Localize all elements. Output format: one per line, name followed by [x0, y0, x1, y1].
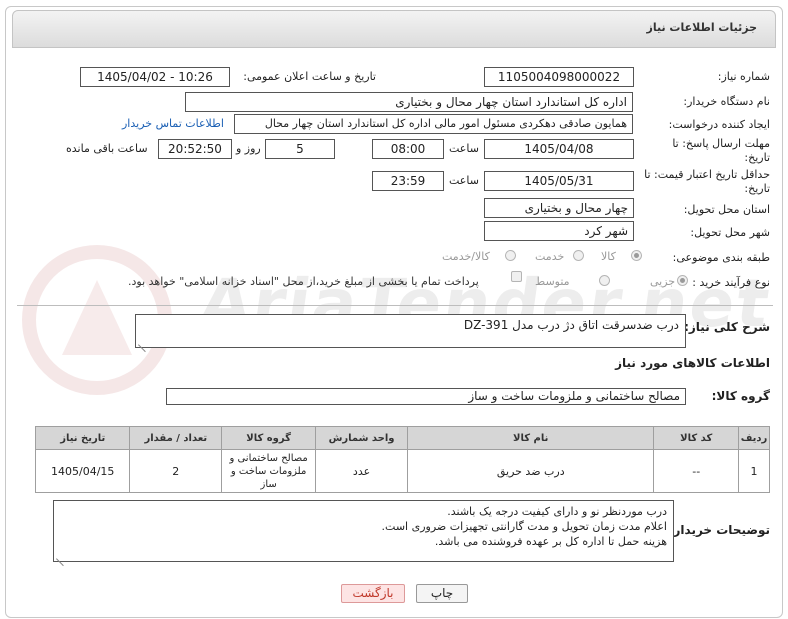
column-header: واحد شمارش	[315, 426, 409, 450]
goods-table-header: ردیف کد کالا نام کالا واحد شمارش گروه کا…	[34, 426, 770, 450]
back-button[interactable]: بازگشت	[341, 584, 405, 603]
contact-buyer-link[interactable]: اطلاعات تماس خریدار	[122, 117, 224, 130]
cell-need-date: 1405/04/15	[34, 449, 131, 493]
column-header: ردیف	[738, 426, 770, 450]
category-label: طبقه بندی موضوعی:	[672, 251, 770, 264]
need-number-field: 1105004098000022	[484, 67, 634, 87]
reply-date-field: 1405/04/08	[484, 139, 634, 159]
column-header: تعداد / مقدار	[129, 426, 223, 450]
notes-line: اعلام مدت زمان تحویل و مدت گارانتی تجهیز…	[381, 520, 667, 533]
announce-field: 1405/04/02 - 10:26	[80, 67, 230, 87]
goods-section-title: اطلاعات کالاهای مورد نیاز	[615, 356, 770, 370]
buyer-field: اداره کل استاندارد استان چهار محال و بخت…	[185, 92, 633, 112]
column-header: گروه کالا	[221, 426, 317, 450]
panel-title: جزئیات اطلاعات نیاز	[646, 21, 758, 34]
column-header: تاریخ نیاز	[34, 426, 131, 450]
resize-grip-icon[interactable]	[56, 551, 64, 559]
city-field: شهر کرد	[484, 221, 634, 241]
goods-group-label: گروه کالا:	[711, 389, 770, 403]
process-label: نوع فرآیند خرید :	[692, 276, 770, 289]
remaining-label: ساعت باقی مانده	[66, 142, 148, 155]
goods-table: ردیف کد کالا نام کالا واحد شمارش گروه کا…	[34, 426, 770, 493]
cell-quantity: 2	[129, 449, 223, 493]
announce-label: تاریخ و ساعت اعلان عمومی:	[243, 70, 376, 83]
reply-deadline-label: مهلت ارسال پاسخ: تا تاریخ:	[672, 137, 770, 164]
city-label: شهر محل تحویل:	[690, 226, 770, 239]
validity-time-label: ساعت	[449, 174, 479, 187]
buyer-label: نام دستگاه خریدار:	[683, 95, 770, 108]
category-option-service: خدمت	[535, 250, 565, 263]
cell-goods-group: مصالح ساختمانی و ملزومات ساخت و ساز	[221, 449, 317, 493]
divider	[17, 305, 773, 306]
resize-grip-icon[interactable]	[138, 337, 146, 345]
province-field: چهار محال و بختیاری	[484, 198, 634, 218]
process-radio-medium[interactable]	[599, 275, 610, 286]
category-radio-goods[interactable]	[631, 250, 642, 261]
province-label: استان محل تحویل:	[683, 203, 770, 216]
process-option-medium: متوسط	[535, 275, 570, 288]
description-field[interactable]: درب ضدسرقت اتاق دژ درب مدل DZ-391	[135, 314, 686, 348]
need-number-label: شماره نیاز:	[717, 70, 770, 83]
column-header: نام کالا	[407, 426, 655, 450]
validity-label: حداقل تاریخ اعتبار قیمت: تا تاریخ:	[644, 168, 770, 195]
print-button[interactable]: چاپ	[416, 584, 468, 603]
validity-time-field: 23:59	[372, 171, 444, 191]
notes-line: هزینه حمل تا اداره کل بر عهده فروشنده می…	[434, 535, 667, 548]
description-text: درب ضدسرقت اتاق دژ درب مدل DZ-391	[463, 318, 679, 332]
category-radio-service[interactable]	[573, 250, 584, 261]
validity-date-field: 1405/05/31	[484, 171, 634, 191]
days-label: روز و	[236, 142, 261, 155]
remaining-time-field: 20:52:50	[158, 139, 232, 159]
goods-group-field: مصالح ساختمانی و ملزومات ساخت و ساز	[166, 388, 686, 405]
reply-time-field: 08:00	[372, 139, 444, 159]
buyer-notes-field[interactable]: درب موردنظر نو و دارای کیفیت درجه یک باش…	[53, 500, 674, 562]
buyer-notes-label: توضیحات خریدار:	[668, 523, 770, 537]
description-label: شرح کلی نیاز:	[684, 320, 770, 334]
reply-time-label: ساعت	[449, 142, 479, 155]
table-row: 1 -- درب ضد حریق عدد مصالح ساختمانی و مل…	[34, 449, 770, 493]
cell-unit: عدد	[315, 449, 409, 493]
column-header: کد کالا	[653, 426, 740, 450]
notes-line: درب موردنظر نو و دارای کیفیت درجه یک باش…	[447, 505, 667, 518]
category-option-goods: کالا	[601, 250, 616, 263]
treasury-payment-text: پرداخت تمام یا بخشی از مبلغ خرید،از محل …	[128, 275, 479, 288]
cell-goods-name: درب ضد حریق	[407, 449, 655, 493]
panel-header: جزئیات اطلاعات نیاز	[12, 10, 776, 48]
cell-row-number: 1	[738, 449, 770, 493]
creator-field: همایون صادقی دهکردی مسئول امور مالی ادار…	[234, 114, 633, 134]
category-option-goods-service: کالا/خدمت	[442, 250, 490, 263]
process-radio-minor[interactable]	[677, 275, 688, 286]
creator-label: ایجاد کننده درخواست:	[668, 118, 770, 131]
process-option-minor: جزیی	[650, 275, 676, 288]
category-radio-goods-service[interactable]	[505, 250, 516, 261]
cell-goods-code: --	[653, 449, 740, 493]
treasury-payment-checkbox[interactable]	[511, 271, 522, 282]
days-field: 5	[265, 139, 335, 159]
